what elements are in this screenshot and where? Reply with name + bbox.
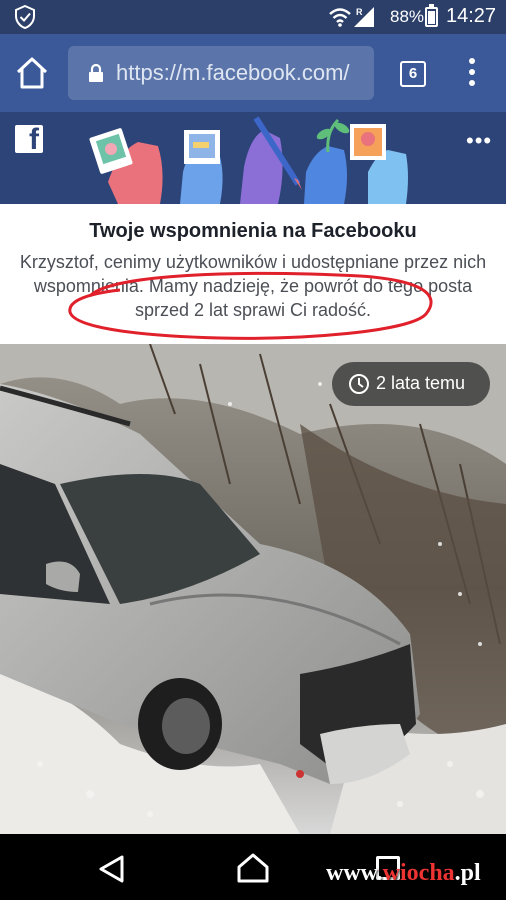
watermark-prefix: www. <box>326 860 383 886</box>
shield-icon <box>15 5 35 29</box>
back-icon[interactable] <box>96 854 128 884</box>
crashed-car-photo <box>0 344 506 834</box>
red-annotation-oval <box>68 272 433 340</box>
battery-percentage: 88% <box>390 7 425 26</box>
clock-icon <box>349 374 369 394</box>
time-ago-text: 2 lata temu <box>376 373 466 393</box>
time-ago-badge: 2 lata temu <box>332 362 490 406</box>
signal-icon: R <box>354 7 374 27</box>
facebook-logo-icon[interactable]: f <box>15 125 43 155</box>
network-letter: R <box>356 7 363 17</box>
url-text: https://m.facebook.com/ <box>116 60 350 85</box>
lock-icon <box>89 63 103 82</box>
url-bar[interactable]: https://m.facebook.com/ <box>68 46 374 100</box>
memories-illustration <box>89 116 408 204</box>
home-icon[interactable] <box>14 56 50 90</box>
memories-header: f ••• <box>0 112 506 204</box>
watermark-accent: wiocha <box>382 860 455 886</box>
memory-card: Twoje wspomnienia na Facebooku Krzysztof… <box>0 204 506 344</box>
watermark: www.wiocha.pl <box>326 860 481 887</box>
memory-photo[interactable]: 2 lata temu <box>0 344 506 834</box>
tabs-button[interactable]: 6 <box>400 61 426 87</box>
browser-toolbar: https://m.facebook.com/ 6 <box>0 34 506 112</box>
wifi-icon <box>329 8 351 27</box>
more-options-icon[interactable]: ••• <box>466 128 492 154</box>
overflow-menu-icon[interactable] <box>466 58 478 90</box>
android-nav-bar: www.wiocha.pl <box>0 834 506 900</box>
watermark-suffix: .pl <box>454 860 481 886</box>
nav-home-icon[interactable] <box>236 852 270 884</box>
battery-icon <box>425 4 438 27</box>
status-time: 14:27 <box>446 5 497 27</box>
memory-title: Twoje wspomnienia na Facebooku <box>89 220 417 242</box>
status-bar: R 88% 14:27 <box>0 0 506 34</box>
